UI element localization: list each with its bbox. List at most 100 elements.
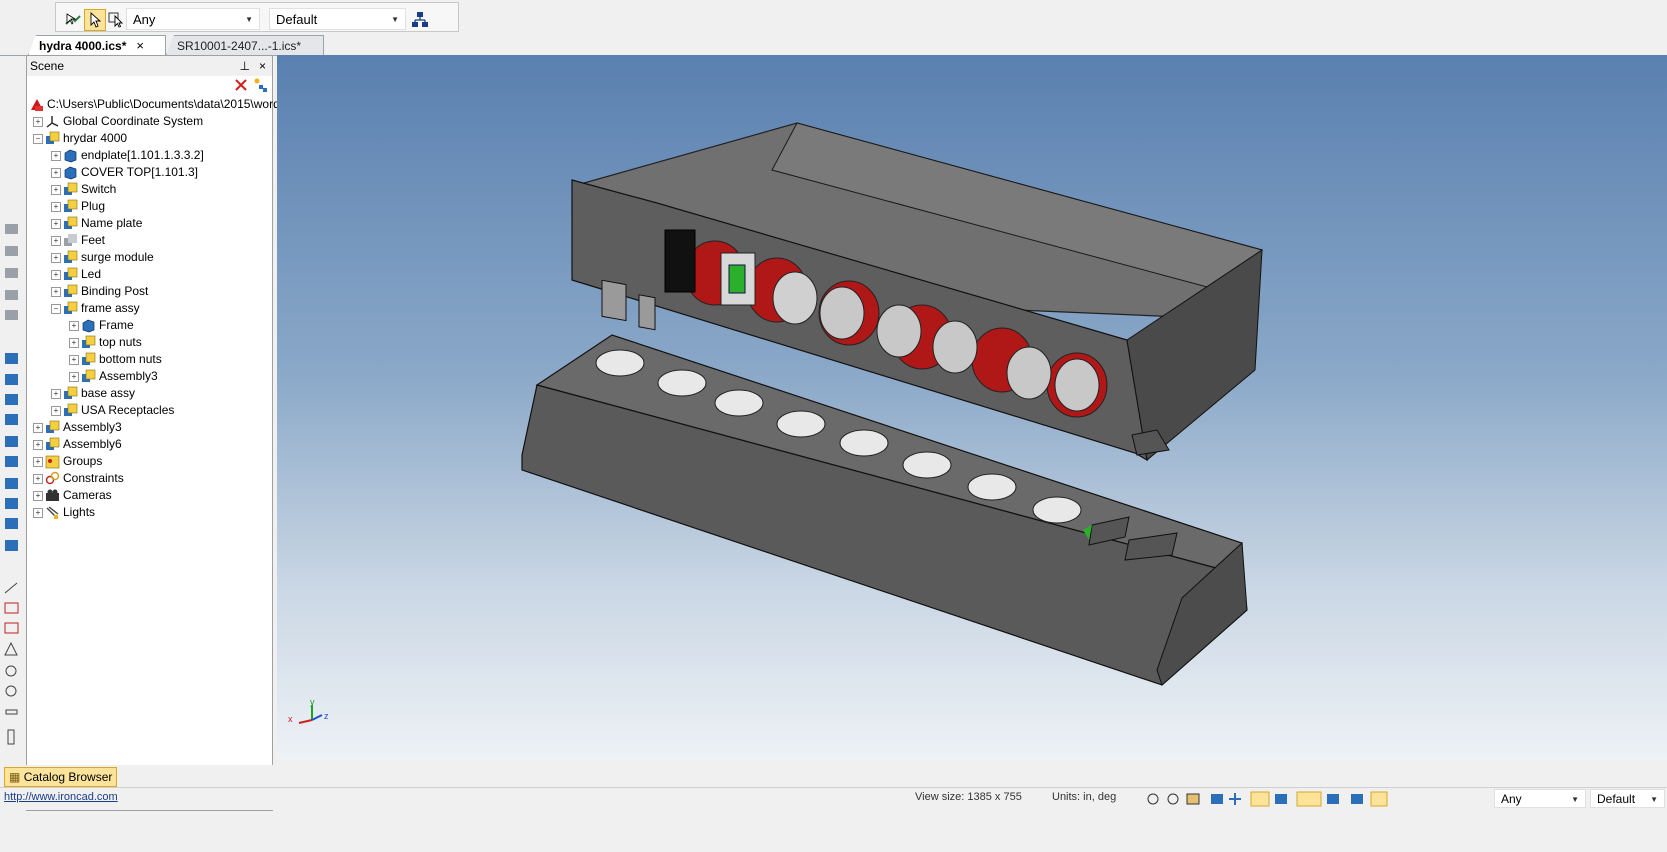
tree-item[interactable]: + bottom nuts	[27, 351, 267, 368]
assembly-icon	[81, 335, 96, 350]
filter-dropdown[interactable]: Any ▼	[126, 8, 260, 30]
assembly-icon	[63, 403, 78, 418]
collapse-icon[interactable]: −	[51, 304, 61, 314]
select-assembly-icon[interactable]	[62, 9, 84, 31]
tree-item[interactable]: + Groups	[27, 453, 267, 470]
tree-item[interactable]: + Global Coordinate System	[27, 113, 267, 130]
expand-icon[interactable]: +	[51, 287, 61, 297]
tree-item[interactable]: + Assembly6	[27, 436, 267, 453]
view-tools-icon	[5, 224, 18, 320]
website-link[interactable]: http://www.ironcad.com	[4, 791, 118, 803]
tree-item[interactable]: + Binding Post	[27, 283, 267, 300]
assembly-icon	[45, 131, 60, 146]
view-size-text: View size: 1385 x 755	[915, 791, 1022, 803]
close-icon[interactable]: ×	[259, 56, 266, 76]
status-tool-icons[interactable]	[1145, 790, 1481, 808]
3d-viewport[interactable]: y x z	[277, 55, 1667, 760]
catalog-icon: ▦	[9, 770, 21, 784]
expand-icon[interactable]: +	[51, 406, 61, 416]
expand-icon[interactable]: +	[33, 474, 43, 484]
status-scheme-dropdown[interactable]: Default ▼	[1590, 789, 1665, 808]
pin-icon[interactable]: ⊥	[240, 56, 250, 76]
assembly-icon	[63, 216, 78, 231]
tree-item[interactable]: + Led	[27, 266, 267, 283]
expand-icon[interactable]: +	[51, 202, 61, 212]
select-pointer-icon[interactable]	[84, 9, 106, 31]
expand-icon[interactable]: +	[33, 117, 43, 127]
scene-panel: Scene ⊥ × C:\Users\Public\Documents\data…	[26, 55, 280, 811]
chevron-down-icon: ▼	[391, 15, 399, 24]
axis-z-label: z	[324, 711, 329, 721]
tree-item-label: Switch	[81, 182, 117, 196]
scheme-dropdown[interactable]: Default ▼	[269, 8, 406, 30]
tree-item-label: Global Coordinate System	[63, 114, 204, 128]
expand-icon[interactable]: +	[51, 185, 61, 195]
select-part-icon[interactable]	[106, 9, 128, 31]
tab-hydra-4000[interactable]: hydra 4000.ics* ×	[28, 35, 166, 55]
assembly-icon	[45, 437, 60, 452]
expand-icon[interactable]: +	[69, 372, 79, 382]
tree-item[interactable]: + Name plate	[27, 215, 267, 232]
collapse-icon[interactable]: −	[33, 134, 43, 144]
expand-icon[interactable]: +	[51, 168, 61, 178]
expand-icon[interactable]: +	[33, 508, 43, 518]
tree-item[interactable]: + USA Receptacles	[27, 402, 267, 419]
hierarchy-icon[interactable]	[409, 9, 431, 31]
catalog-browser-button[interactable]: ▦ Catalog Browser	[4, 767, 118, 787]
tree-options-icon[interactable]	[252, 77, 268, 93]
expand-icon[interactable]: +	[69, 321, 79, 331]
close-icon[interactable]: ×	[136, 38, 144, 53]
tree-item[interactable]: + Frame	[27, 317, 267, 334]
tree-item-label: Groups	[63, 454, 103, 468]
tree-item[interactable]: + top nuts	[27, 334, 267, 351]
tab-sr10001[interactable]: SR10001-2407...-1.ics*	[166, 35, 324, 55]
expand-icon[interactable]: +	[51, 151, 61, 161]
tree-root[interactable]: C:\Users\Public\Documents\data\2015\word	[30, 96, 280, 113]
tree-item[interactable]: + endplate[1.101.1.3.3.2]	[27, 147, 267, 164]
tree-item[interactable]: + Lights	[27, 504, 267, 521]
tree-item[interactable]: − hrydar 4000	[27, 130, 267, 147]
tree-item[interactable]: + Plug	[27, 198, 267, 215]
expand-icon[interactable]: +	[51, 389, 61, 399]
tree-item[interactable]: + Switch	[27, 181, 267, 198]
suppressed-part-icon	[63, 233, 78, 248]
expand-icon[interactable]: +	[33, 440, 43, 450]
camera-icon	[45, 488, 60, 503]
assembly-icon	[63, 267, 78, 282]
expand-icon[interactable]: +	[51, 270, 61, 280]
tab-label: hydra 4000.ics*	[39, 39, 127, 53]
tree-item-label: USA Receptacles	[81, 403, 175, 417]
units-text: Units: in, deg	[1052, 791, 1117, 803]
tree-item[interactable]: + Cameras	[27, 487, 267, 504]
expand-icon[interactable]: +	[33, 457, 43, 467]
expand-icon[interactable]: +	[51, 236, 61, 246]
light-icon	[45, 505, 60, 520]
status-filter-dropdown[interactable]: Any ▼	[1494, 789, 1586, 808]
left-tool-strip	[0, 210, 24, 810]
document-tabs: hydra 4000.ics* × SR10001-2407...-1.ics*	[0, 33, 1667, 56]
measure-tools-icon	[4, 582, 19, 745]
tree-item[interactable]: + base assy	[27, 385, 267, 402]
tree-item[interactable]: + Assembly3	[27, 419, 267, 436]
expand-icon[interactable]: +	[69, 355, 79, 365]
tree-item[interactable]: + Constraints	[27, 470, 267, 487]
tree-item[interactable]: − frame assy	[27, 300, 267, 317]
assembly-icon	[63, 284, 78, 299]
expand-icon[interactable]: +	[33, 491, 43, 501]
tree-item[interactable]: + Feet	[27, 232, 267, 249]
delete-icon[interactable]	[234, 78, 248, 92]
tree-item-label: COVER TOP[1.101.3]	[81, 165, 198, 179]
expand-icon[interactable]: +	[69, 338, 79, 348]
top-toolbar: Any ▼ Default ▼	[0, 0, 1667, 32]
tab-label: SR10001-2407...-1.ics*	[177, 39, 302, 53]
expand-icon[interactable]: +	[51, 253, 61, 263]
tree-item[interactable]: + COVER TOP[1.101.3]	[27, 164, 267, 181]
expand-icon[interactable]: +	[51, 219, 61, 229]
expand-icon[interactable]: +	[33, 423, 43, 433]
tree-item-label: frame assy	[81, 301, 140, 315]
tree-item[interactable]: + surge module	[27, 249, 267, 266]
catalog-bar: ▦ Catalog Browser	[0, 765, 1667, 787]
tree-item[interactable]: + Assembly3	[27, 368, 267, 385]
constraints-icon	[45, 471, 60, 486]
tree-item-label: Assembly3	[63, 420, 122, 434]
